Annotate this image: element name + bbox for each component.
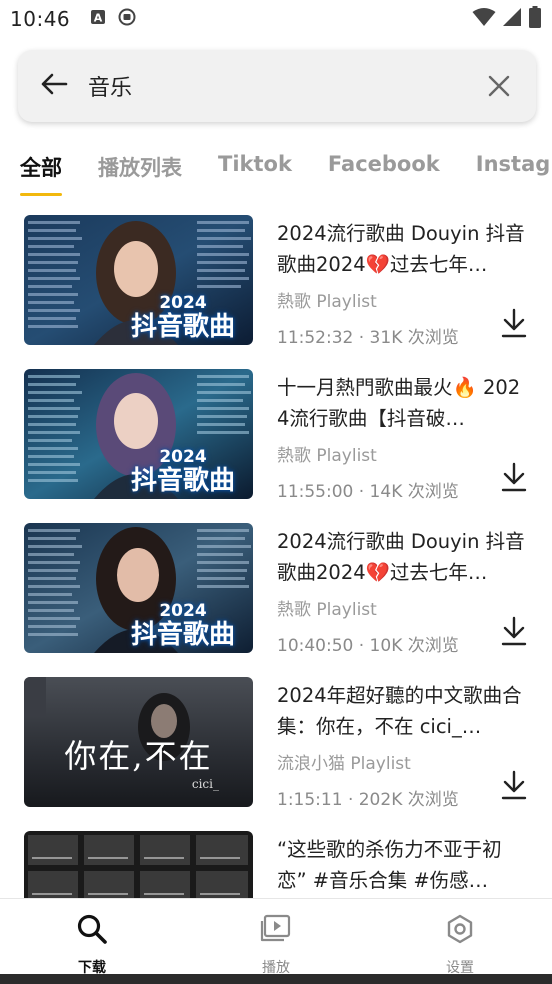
results-list: 2024 抖音歌曲 2024流行歌曲 Douyin 抖音歌曲2024💔过去七年… … <box>0 212 552 898</box>
list-item[interactable]: 你在,不在 cici_ 2024年超好聽的中文歌曲合集：你在，不在 cici_…… <box>0 674 552 828</box>
tab-facebook[interactable]: Facebook <box>328 140 440 176</box>
item-title[interactable]: “这些歌的杀伤力不亚于初恋” #音乐合集 #伤感… <box>277 834 527 896</box>
download-icon[interactable] <box>500 308 528 338</box>
bottom-nav: 下载 播放 设置 <box>0 898 552 976</box>
play-icon <box>260 913 292 949</box>
cover-title: 2024 抖音歌曲 <box>130 292 235 343</box>
filter-tabs: 全部 播放列表 Tiktok Facebook Instagram <box>0 140 552 200</box>
cellular-signal-icon <box>502 7 522 31</box>
tab-tiktok[interactable]: Tiktok <box>218 140 292 176</box>
item-channel: 流浪小猫 Playlist <box>277 754 411 774</box>
item-meta: 11:55:00 · 14K 次浏览 <box>277 482 459 502</box>
cover-title: 你在,不在 <box>64 737 213 775</box>
tab-playlists[interactable]: 播放列表 <box>98 140 182 182</box>
video-thumbnail[interactable] <box>24 831 253 898</box>
download-icon[interactable] <box>500 616 528 646</box>
notification-a-icon: A <box>90 9 106 29</box>
cover-title: 2024 抖音歌曲 <box>130 446 235 497</box>
item-meta: 10:40:50 · 10K 次浏览 <box>277 636 459 656</box>
video-thumbnail[interactable]: 你在,不在 cici_ <box>24 677 253 807</box>
video-thumbnail[interactable]: 2024 抖音歌曲 <box>24 523 253 653</box>
item-channel: 熱歌 Playlist <box>277 292 377 312</box>
tab-instagram[interactable]: Instagram <box>476 140 552 176</box>
item-title[interactable]: 2024年超好聽的中文歌曲合集：你在，不在 cici_… <box>277 680 527 742</box>
system-nav-strip <box>0 974 552 984</box>
back-arrow-icon[interactable] <box>40 72 68 100</box>
svg-text:A: A <box>94 12 103 25</box>
list-item[interactable]: 2024 抖音歌曲 2024流行歌曲 Douyin 抖音歌曲2024💔过去七年… … <box>0 212 552 366</box>
notification-record-icon <box>118 8 136 30</box>
list-item[interactable]: “这些歌的杀伤力不亚于初恋” #音乐合集 #伤感… <box>0 828 552 898</box>
search-input[interactable]: 音乐 <box>88 70 484 102</box>
tab-all[interactable]: 全部 <box>20 140 62 196</box>
cover-subtitle: cici_ <box>191 777 219 791</box>
nav-download[interactable]: 下载 <box>0 899 184 976</box>
item-title[interactable]: 2024流行歌曲 Douyin 抖音歌曲2024💔过去七年… <box>277 526 527 588</box>
gear-icon <box>444 913 476 949</box>
video-thumbnail[interactable]: 2024 抖音歌曲 <box>24 215 253 345</box>
download-icon[interactable] <box>500 770 528 800</box>
battery-icon <box>528 6 542 32</box>
download-icon[interactable] <box>500 462 528 492</box>
item-channel: 熱歌 Playlist <box>277 446 377 466</box>
nav-settings[interactable]: 设置 <box>368 899 552 976</box>
item-channel: 熱歌 Playlist <box>277 600 377 620</box>
list-item[interactable]: 2024 抖音歌曲 2024流行歌曲 Douyin 抖音歌曲2024💔过去七年… … <box>0 520 552 674</box>
item-title[interactable]: 2024流行歌曲 Douyin 抖音歌曲2024💔过去七年… <box>277 218 527 280</box>
status-time: 10:46 <box>10 7 71 31</box>
nav-play[interactable]: 播放 <box>184 899 368 976</box>
status-bar: 10:46 A <box>0 0 552 38</box>
list-item[interactable]: 2024 抖音歌曲 十一月熱門歌曲最火🔥 2024流行歌曲【抖音破… 熱歌 Pla… <box>0 366 552 520</box>
search-icon <box>76 913 108 949</box>
video-thumbnail[interactable]: 2024 抖音歌曲 <box>24 369 253 499</box>
item-title[interactable]: 十一月熱門歌曲最火🔥 2024流行歌曲【抖音破… <box>277 372 527 434</box>
item-meta: 11:52:32 · 31K 次浏览 <box>277 328 459 348</box>
cover-title: 2024 抖音歌曲 <box>130 600 235 651</box>
wifi-icon <box>472 7 496 31</box>
item-meta: 1:15:11 · 202K 次浏览 <box>277 790 459 810</box>
close-icon[interactable] <box>484 71 514 101</box>
search-bar: 音乐 <box>18 50 536 122</box>
